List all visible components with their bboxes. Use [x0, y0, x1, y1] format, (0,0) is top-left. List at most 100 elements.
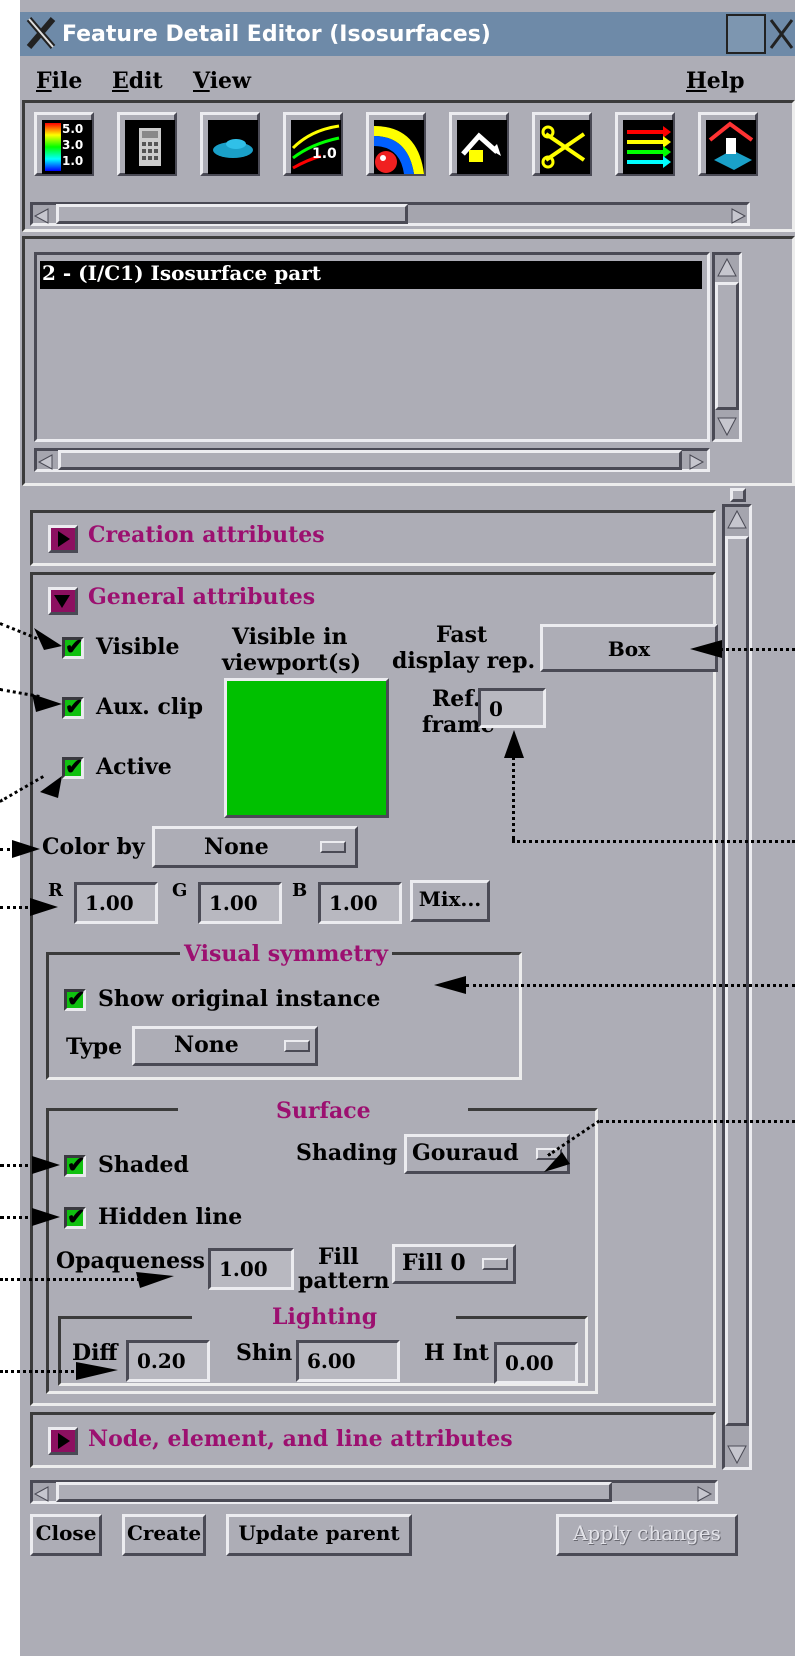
node-element-expand-button[interactable] — [48, 1427, 78, 1455]
general-collapse-button[interactable] — [48, 587, 78, 615]
visible-label: Visible — [96, 634, 180, 660]
main-scroll-up-icon[interactable] — [726, 508, 748, 532]
callout-diff-arrowhead — [76, 1358, 120, 1388]
symmetry-type-label: Type — [66, 1034, 123, 1060]
color-by-value: None — [204, 834, 269, 860]
pane-sash[interactable] — [730, 488, 746, 502]
callout-visual-symmetry-arrowhead — [432, 974, 468, 1002]
part-list-vscroll-thumb[interactable] — [715, 282, 739, 410]
callout-visual-symmetry — [466, 984, 795, 987]
viewport-selector[interactable] — [224, 678, 389, 818]
close-button[interactable]: Close — [30, 1514, 102, 1556]
callout-ref-frame-vertical — [512, 756, 515, 840]
shin-field[interactable]: 6.00 — [296, 1340, 400, 1382]
menu-edit[interactable]: Edit — [112, 68, 163, 94]
tool-contour[interactable] — [283, 112, 343, 176]
callout-fast-display — [720, 648, 795, 651]
r-field[interactable]: 1.00 — [74, 882, 158, 924]
menu-view[interactable]: View — [193, 68, 251, 94]
ref-frame-field[interactable]: 0 — [478, 688, 546, 728]
b-label: B — [292, 880, 308, 901]
legend-value-bottom: 1.0 — [62, 154, 84, 168]
callout-active-arrowhead — [36, 774, 66, 806]
menu-help[interactable]: Help — [686, 68, 745, 94]
tool-calculator[interactable] — [117, 112, 177, 176]
aux-clip-checkbox[interactable] — [62, 694, 84, 720]
h-int-label: H Int — [424, 1340, 489, 1366]
contour-value-label: 1.0 — [312, 146, 337, 162]
callout-opaqueness — [0, 1278, 140, 1281]
fast-display-label-1: Fast — [436, 622, 488, 648]
tool-part-object[interactable] — [200, 112, 260, 176]
callout-shaded-arrowhead — [32, 1154, 62, 1182]
callout-shading-arrowhead — [542, 1150, 572, 1182]
shading-label: Shading — [296, 1140, 398, 1166]
shin-label: Shin — [236, 1340, 293, 1366]
mix-button[interactable]: Mix... — [410, 880, 490, 922]
aux-clip-label: Aux. clip — [96, 694, 203, 720]
diff-field[interactable]: 0.20 — [126, 1340, 210, 1382]
callout-aux-clip-arrowhead — [30, 690, 64, 722]
toolbar-scroll-thumb[interactable] — [56, 204, 408, 224]
menu-file[interactable]: File — [36, 68, 82, 94]
scroll-left-icon[interactable] — [32, 205, 52, 224]
tool-isosurface[interactable] — [366, 112, 426, 176]
fast-display-label-2: display rep. — [392, 648, 536, 674]
part-list-hscroll-thumb[interactable] — [58, 450, 682, 470]
visible-checkbox[interactable] — [62, 634, 84, 660]
main-vscroll-thumb[interactable] — [725, 536, 749, 1426]
visible-viewports-label-2: viewport(s) — [222, 650, 362, 676]
callout-diff — [0, 1370, 80, 1373]
legend-value-mid: 3.0 — [62, 138, 84, 152]
scroll-right-icon[interactable] — [728, 205, 748, 224]
tool-vector-arrows[interactable] — [615, 112, 675, 176]
hidden-line-checkbox[interactable] — [64, 1204, 86, 1230]
create-button[interactable]: Create — [122, 1514, 206, 1556]
callout-color-by-arrowhead — [12, 838, 42, 866]
callout-ref-frame-arrowhead — [502, 728, 526, 766]
tool-arrow[interactable] — [449, 112, 509, 176]
tool-clip[interactable] — [532, 112, 592, 176]
apply-changes-button[interactable]: Apply changes — [556, 1514, 738, 1556]
callout-opaqueness-arrowhead — [136, 1266, 176, 1296]
b-field[interactable]: 1.00 — [318, 882, 402, 924]
general-title: General attributes — [88, 584, 316, 610]
hidden-line-label: Hidden line — [98, 1204, 243, 1230]
update-parent-button[interactable]: Update parent — [226, 1514, 412, 1556]
node-element-title: Node, element, and line attributes — [88, 1426, 513, 1452]
hscroll-left-icon[interactable] — [36, 451, 56, 470]
tool-elevated-surface[interactable] — [698, 112, 758, 176]
hscroll-right-icon[interactable] — [686, 451, 706, 470]
fill-pattern-label-2: pattern — [298, 1268, 390, 1294]
fill-pattern-dropdown-icon — [482, 1258, 508, 1270]
x-logo-icon[interactable] — [26, 16, 56, 50]
ref-frame-label-1: Ref. — [432, 686, 481, 712]
main-scroll-down-icon[interactable] — [726, 1442, 748, 1466]
main-hscroll-right-icon[interactable] — [694, 1483, 714, 1502]
show-original-checkbox[interactable] — [64, 986, 86, 1012]
show-original-label: Show original instance — [98, 986, 381, 1012]
shaded-checkbox[interactable] — [64, 1152, 86, 1178]
part-list-item[interactable]: 2 - (I/C1) Isosurface part — [40, 261, 702, 289]
h-int-field[interactable]: 0.00 — [494, 1342, 578, 1384]
callout-shading — [600, 1120, 795, 1123]
color-by-dropdown-icon — [320, 841, 346, 853]
window-title: Feature Detail Editor (Isosurfaces) — [62, 22, 491, 47]
creation-expand-button[interactable] — [48, 525, 78, 553]
callout-fast-display-arrowhead — [688, 638, 724, 666]
opaqueness-field[interactable]: 1.00 — [208, 1248, 294, 1290]
legend-value-top: 5.0 — [62, 122, 84, 136]
main-hscroll-left-icon[interactable] — [32, 1483, 52, 1502]
opaqueness-label: Opaqueness — [56, 1248, 205, 1274]
close-x-icon[interactable] — [768, 14, 795, 54]
g-field[interactable]: 1.00 — [198, 882, 282, 924]
shading-value: Gouraud — [412, 1140, 519, 1166]
scroll-up-icon[interactable] — [716, 256, 738, 280]
callout-shaded — [0, 1164, 36, 1167]
color-by-label: Color by — [42, 834, 145, 860]
close-window-icon[interactable] — [726, 14, 766, 54]
visual-symmetry-title: Visual symmetry — [180, 941, 392, 967]
scroll-down-icon[interactable] — [716, 414, 738, 438]
main-hscroll-thumb[interactable] — [56, 1482, 612, 1502]
fill-pattern-label-1: Fill — [318, 1244, 359, 1270]
